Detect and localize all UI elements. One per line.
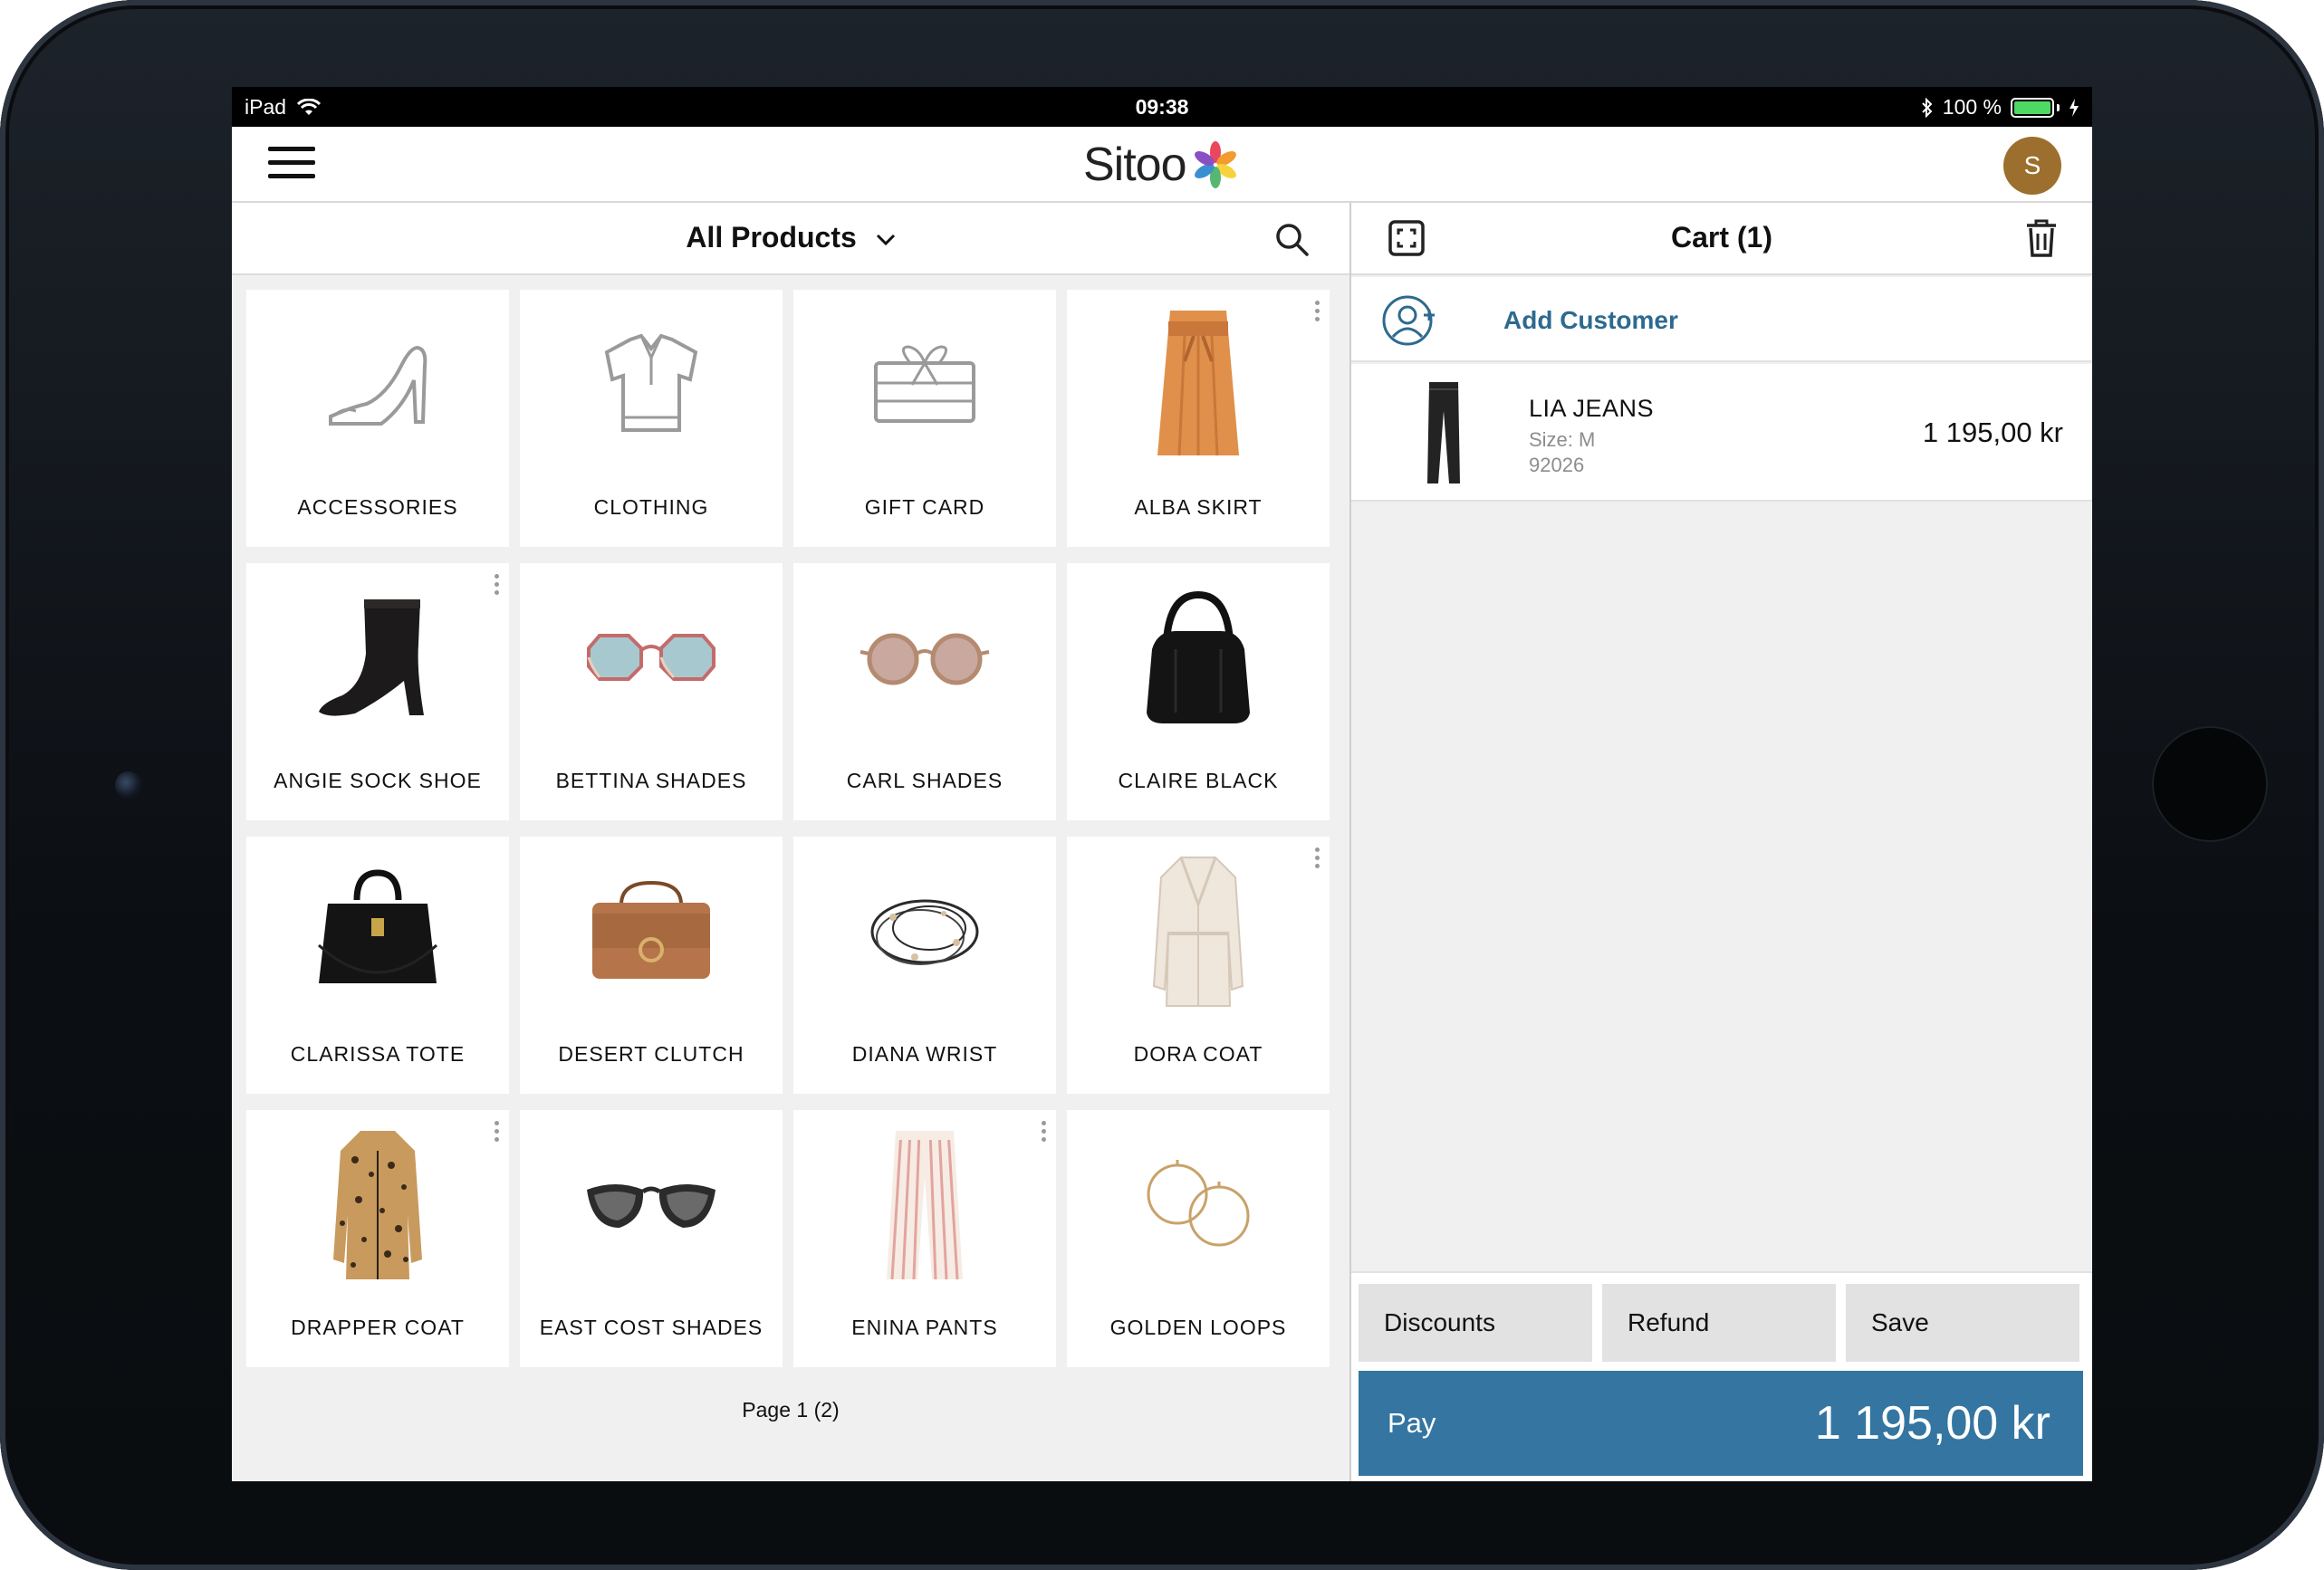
- clutch-bag-icon: [520, 837, 783, 1027]
- category-dropdown[interactable]: All Products: [232, 221, 1349, 254]
- tile-dora-coat[interactable]: DORA COAT: [1067, 837, 1330, 1094]
- tile-label: ANGIE SOCK SHOE: [274, 769, 482, 792]
- tile-bettina-shades[interactable]: BETTINA SHADES: [520, 563, 783, 820]
- chevron-down-icon: [876, 234, 895, 245]
- pay-total: 1 195,00 kr: [1814, 1397, 2050, 1450]
- skirt-icon: [1067, 290, 1330, 480]
- gift-card-outline-icon: [793, 290, 1056, 480]
- tile-label: ALBA SKIRT: [1134, 495, 1263, 519]
- cat-eye-sunglasses-icon: [520, 1110, 783, 1300]
- user-avatar[interactable]: S: [2003, 137, 2061, 195]
- hoop-earrings-icon: [1067, 1110, 1330, 1300]
- cart-title: Cart (1): [1670, 221, 1772, 254]
- tile-label: CLAIRE BLACK: [1118, 769, 1279, 792]
- cart-actions: Discounts Refund Save Pay 1 195,00 kr: [1351, 1271, 2092, 1481]
- product-grid: ACCESSORIES CLOTHING GIFT CARD ALBA SKIR…: [246, 290, 1335, 1369]
- shirt-outline-icon: [520, 290, 783, 480]
- category-label: All Products: [686, 221, 857, 254]
- tile-label: ACCESSORIES: [297, 495, 458, 519]
- tile-diana-wrist[interactable]: DIANA WRIST: [793, 837, 1056, 1094]
- octagon-sunglasses-icon: [520, 563, 783, 753]
- tile-desert-clutch[interactable]: DESERT CLUTCH: [520, 837, 783, 1094]
- pay-label: Pay: [1388, 1407, 1436, 1439]
- tile-accessories[interactable]: ACCESSORIES: [246, 290, 509, 547]
- tile-east-cost-shades[interactable]: EAST COST SHADES: [520, 1110, 783, 1367]
- flower-logo-icon: [1194, 141, 1236, 188]
- trash-icon[interactable]: [2023, 217, 2060, 259]
- tile-alba-skirt[interactable]: ALBA SKIRT: [1067, 290, 1330, 547]
- jeans-icon: [1427, 382, 1460, 483]
- refund-button[interactable]: Refund: [1602, 1284, 1836, 1362]
- products-pane: All Products ACCESSORIES CLOTHING GIFT C…: [232, 203, 1349, 1481]
- tile-carl-shades[interactable]: CARL SHADES: [793, 563, 1056, 820]
- cart-pane: Cart (1) Add Customer LIA JEANS Size: M …: [1349, 203, 2092, 1481]
- trench-coat-icon: [1067, 837, 1330, 1027]
- shoe-outline-icon: [246, 290, 509, 480]
- cart-item-sku: 92026: [1529, 454, 1585, 476]
- bluetooth-icon: [1922, 97, 1933, 118]
- save-button[interactable]: Save: [1846, 1284, 2079, 1362]
- tile-label: GOLDEN LOOPS: [1109, 1316, 1287, 1339]
- search-icon[interactable]: [1273, 221, 1310, 257]
- screen: iPad 09:38 100 % Sitoo S All Products AC…: [232, 87, 2092, 1481]
- tile-label: DRAPPER COAT: [291, 1316, 465, 1339]
- tile-clothing[interactable]: CLOTHING: [520, 290, 783, 547]
- tile-golden-loops[interactable]: GOLDEN LOOPS: [1067, 1110, 1330, 1367]
- tote-bag-icon: [246, 837, 509, 1027]
- menu-icon[interactable]: [268, 147, 315, 183]
- battery-percent: 100 %: [1942, 95, 2002, 119]
- add-user-icon: [1382, 295, 1435, 346]
- pay-button[interactable]: Pay 1 195,00 kr: [1359, 1371, 2083, 1476]
- add-customer-label: Add Customer: [1503, 306, 1678, 334]
- tile-enina-pants[interactable]: ENINA PANTS: [793, 1110, 1056, 1367]
- cart-item-size: Size: M: [1529, 428, 1596, 451]
- status-bar: iPad 09:38 100 %: [232, 87, 2092, 127]
- battery-icon: [2011, 97, 2060, 118]
- tile-label: GIFT CARD: [864, 495, 985, 519]
- tile-label: BETTINA SHADES: [555, 769, 747, 792]
- discounts-button[interactable]: Discounts: [1359, 1284, 1592, 1362]
- front-camera: [115, 771, 142, 799]
- leopard-coat-icon: [246, 1110, 509, 1300]
- charging-icon: [2070, 98, 2079, 117]
- bracelet-icon: [793, 837, 1056, 1027]
- tile-gift-card[interactable]: GIFT CARD: [793, 290, 1056, 547]
- tile-label: DIANA WRIST: [851, 1042, 998, 1066]
- cart-toolbar: Cart (1): [1351, 203, 2092, 275]
- tile-drapper-coat[interactable]: DRAPPER COAT: [246, 1110, 509, 1367]
- tile-claire-black[interactable]: CLAIRE BLACK: [1067, 563, 1330, 820]
- cart-item-name: LIA JEANS: [1529, 395, 1655, 422]
- app-header: Sitoo S: [232, 127, 2092, 203]
- striped-pants-icon: [793, 1110, 1056, 1300]
- tile-label: ENINA PANTS: [851, 1316, 998, 1339]
- tile-clarissa-tote[interactable]: CLARISSA TOTE: [246, 837, 509, 1094]
- home-button[interactable]: [2152, 726, 2268, 842]
- tile-label: CLOTHING: [593, 495, 709, 519]
- round-sunglasses-icon: [793, 563, 1056, 753]
- tile-label: EAST COST SHADES: [539, 1316, 763, 1339]
- boot-icon: [246, 563, 509, 753]
- page-indicator: Page 1 (2): [742, 1398, 840, 1422]
- tile-label: CLARISSA TOTE: [290, 1042, 466, 1066]
- tile-angie-sock-shoe[interactable]: ANGIE SOCK SHOE: [246, 563, 509, 820]
- hobo-bag-icon: [1067, 563, 1330, 753]
- cart-item[interactable]: LIA JEANS Size: M 92026 1 195,00 kr: [1351, 364, 2092, 502]
- cart-item-price: 1 195,00 kr: [1922, 416, 2063, 448]
- tile-label: DORA COAT: [1133, 1042, 1263, 1066]
- ipad-frame: iPad 09:38 100 % Sitoo S All Products AC…: [0, 0, 2324, 1570]
- logo-text: Sitoo: [1083, 139, 1187, 191]
- tile-label: CARL SHADES: [846, 769, 1004, 792]
- clock: 09:38: [1135, 95, 1189, 119]
- tile-label: DESERT CLUTCH: [558, 1042, 744, 1066]
- logo: Sitoo: [1083, 136, 1241, 194]
- cart-item-meta: Size: M 92026: [1529, 427, 1595, 478]
- add-customer-row[interactable]: Add Customer: [1351, 277, 2092, 362]
- products-toolbar: All Products: [232, 203, 1349, 275]
